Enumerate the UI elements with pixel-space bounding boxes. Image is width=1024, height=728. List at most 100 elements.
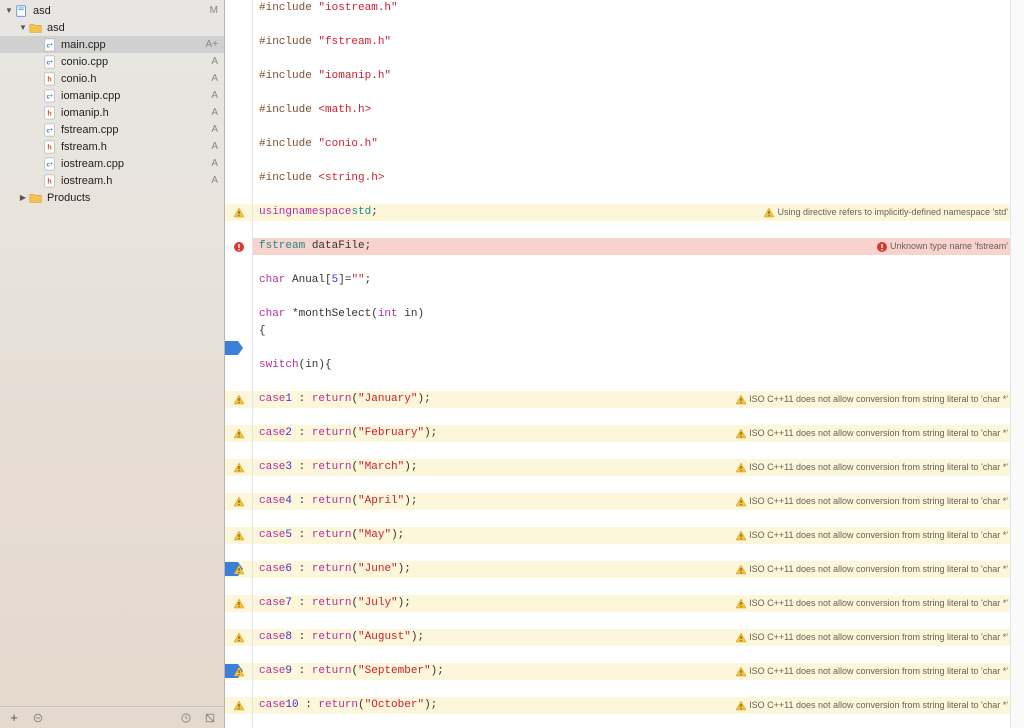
code-line[interactable] — [253, 289, 1010, 306]
code-line[interactable] — [253, 680, 1010, 697]
code-line[interactable] — [253, 255, 1010, 272]
inline-annotation[interactable]: ISO C++11 does not allow conversion from… — [735, 630, 1008, 645]
inline-annotation[interactable]: ISO C++11 does not allow conversion from… — [735, 528, 1008, 543]
code-line[interactable] — [253, 153, 1010, 170]
code-line[interactable]: case 3 : return("March");ISO C++11 does … — [253, 459, 1010, 476]
gutter-row[interactable] — [225, 187, 252, 204]
tree-item[interactable]: ▼asd — [0, 19, 224, 36]
gutter-row[interactable] — [225, 442, 252, 459]
editor-text-area[interactable]: #include "iostream.h" #include "fstream.h… — [253, 0, 1010, 728]
code-line[interactable]: char Anual[5]=""; — [253, 272, 1010, 289]
filter-button[interactable] — [30, 710, 46, 726]
gutter-row[interactable] — [225, 544, 252, 561]
gutter-row[interactable] — [225, 663, 252, 680]
code-line[interactable] — [253, 85, 1010, 102]
code-line[interactable] — [253, 221, 1010, 238]
tree-item[interactable]: c⁺main.cppA+ — [0, 36, 224, 53]
code-line[interactable]: case 1 : return("January");ISO C++11 doe… — [253, 391, 1010, 408]
scrollbar[interactable] — [1010, 0, 1024, 728]
disclosure-triangle[interactable]: ▼ — [4, 6, 14, 16]
disclosure-triangle[interactable]: ▶ — [18, 193, 28, 203]
gutter-row[interactable] — [225, 510, 252, 527]
gutter-row[interactable] — [225, 85, 252, 102]
code-line[interactable]: #include "conio.h" — [253, 136, 1010, 153]
gutter-row[interactable] — [225, 272, 252, 289]
code-line[interactable]: case 9 : return("September");ISO C++11 d… — [253, 663, 1010, 680]
gutter-row[interactable] — [225, 680, 252, 697]
tree-item[interactable]: c⁺iostream.cppA — [0, 155, 224, 172]
file-tree[interactable]: ▼asdM▼asdc⁺main.cppA+c⁺conio.cppAhconio.… — [0, 0, 224, 706]
code-line[interactable]: #include "fstream.h" — [253, 34, 1010, 51]
code-line[interactable]: #include <math.h> — [253, 102, 1010, 119]
inline-annotation[interactable]: ISO C++11 does not allow conversion from… — [735, 494, 1008, 509]
gutter-row[interactable] — [225, 170, 252, 187]
gutter-row[interactable] — [225, 578, 252, 595]
gutter-row[interactable] — [225, 221, 252, 238]
tree-item[interactable]: ▶Products — [0, 189, 224, 206]
tree-item[interactable]: c⁺iomanip.cppA — [0, 87, 224, 104]
gutter-row[interactable] — [225, 357, 252, 374]
gutter-row[interactable] — [225, 340, 252, 357]
inline-annotation[interactable]: ISO C++11 does not allow conversion from… — [735, 664, 1008, 679]
code-line[interactable] — [253, 578, 1010, 595]
inline-annotation[interactable]: ISO C++11 does not allow conversion from… — [735, 596, 1008, 611]
tree-item[interactable]: hiostream.hA — [0, 172, 224, 189]
breakpoint-icon[interactable] — [225, 341, 243, 355]
gutter-row[interactable] — [225, 714, 252, 728]
code-line[interactable]: case 7 : return("July");ISO C++11 does n… — [253, 595, 1010, 612]
code-line[interactable] — [253, 408, 1010, 425]
code-line[interactable] — [253, 646, 1010, 663]
gutter-row[interactable] — [225, 646, 252, 663]
gutter-row[interactable] — [225, 0, 252, 17]
gutter-row[interactable] — [225, 425, 252, 442]
code-line[interactable]: case 8 : return("August");ISO C++11 does… — [253, 629, 1010, 646]
gutter-row[interactable] — [225, 391, 252, 408]
code-line[interactable] — [253, 544, 1010, 561]
code-line[interactable] — [253, 119, 1010, 136]
code-line[interactable]: #include "iomanip.h" — [253, 68, 1010, 85]
inline-annotation[interactable]: ISO C++11 does not allow conversion from… — [735, 698, 1008, 713]
gutter-row[interactable] — [225, 17, 252, 34]
gutter-row[interactable] — [225, 374, 252, 391]
code-line[interactable] — [253, 17, 1010, 34]
code-line[interactable] — [253, 476, 1010, 493]
gutter-row[interactable] — [225, 68, 252, 85]
gutter-row[interactable] — [225, 595, 252, 612]
gutter-row[interactable] — [225, 238, 252, 255]
code-line[interactable]: #include "iostream.h" — [253, 0, 1010, 17]
code-line[interactable]: fstream dataFile;Unknown type name 'fstr… — [253, 238, 1010, 255]
gutter-row[interactable] — [225, 408, 252, 425]
gutter-row[interactable] — [225, 289, 252, 306]
gutter-row[interactable] — [225, 51, 252, 68]
code-line[interactable]: case 6 : return("June");ISO C++11 does n… — [253, 561, 1010, 578]
inline-annotation[interactable]: ISO C++11 does not allow conversion from… — [735, 392, 1008, 407]
code-line[interactable]: #include <string.h> — [253, 170, 1010, 187]
gutter-row[interactable] — [225, 136, 252, 153]
code-line[interactable] — [253, 51, 1010, 68]
gutter-row[interactable] — [225, 102, 252, 119]
code-line[interactable] — [253, 714, 1010, 728]
tree-item[interactable]: c⁺fstream.cppA — [0, 121, 224, 138]
code-line[interactable] — [253, 187, 1010, 204]
code-line[interactable]: case 4 : return("April");ISO C++11 does … — [253, 493, 1010, 510]
gutter-row[interactable] — [225, 476, 252, 493]
scm-button[interactable] — [202, 710, 218, 726]
disclosure-triangle[interactable]: ▼ — [18, 23, 28, 33]
gutter-row[interactable] — [225, 629, 252, 646]
code-line[interactable]: case 5 : return("May");ISO C++11 does no… — [253, 527, 1010, 544]
gutter-row[interactable] — [225, 561, 252, 578]
tree-item[interactable]: c⁺conio.cppA — [0, 53, 224, 70]
code-line[interactable] — [253, 340, 1010, 357]
code-line[interactable]: case 2 : return("February");ISO C++11 do… — [253, 425, 1010, 442]
tree-item[interactable]: hiomanip.hA — [0, 104, 224, 121]
inline-annotation[interactable]: ISO C++11 does not allow conversion from… — [735, 460, 1008, 475]
add-button[interactable]: + — [6, 710, 22, 726]
gutter-row[interactable] — [225, 34, 252, 51]
code-line[interactable] — [253, 510, 1010, 527]
gutter-row[interactable] — [225, 323, 252, 340]
gutter-row[interactable] — [225, 204, 252, 221]
code-line[interactable]: using namespace std;Using directive refe… — [253, 204, 1010, 221]
inline-annotation[interactable]: ISO C++11 does not allow conversion from… — [735, 426, 1008, 441]
tree-item[interactable]: ▼asdM — [0, 2, 224, 19]
tree-item[interactable]: hfstream.hA — [0, 138, 224, 155]
